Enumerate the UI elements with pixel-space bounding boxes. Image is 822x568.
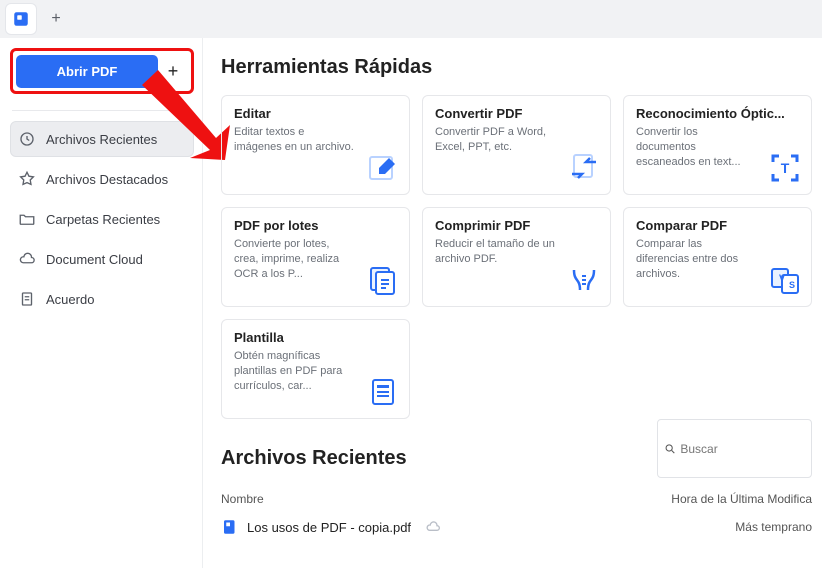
table-header: Nombre Hora de la Última Modifica (221, 492, 822, 506)
card-title: Convertir PDF (435, 106, 598, 121)
open-pdf-button[interactable]: Abrir PDF (16, 55, 158, 88)
sidebar-item-label: Archivos Recientes (46, 132, 157, 147)
card-desc: Convertir PDF a Word, Excel, PPT, etc. (435, 125, 555, 155)
file-name: Los usos de PDF - copia.pdf (247, 520, 411, 535)
card-compress[interactable]: Comprimir PDF Reducir el tamaño de un ar… (422, 207, 611, 307)
convert-icon (568, 152, 600, 184)
svg-text:S: S (789, 280, 795, 290)
sidebar-item-label: Document Cloud (46, 252, 143, 267)
card-compare[interactable]: Comparar PDF Comparar las diferencias en… (623, 207, 812, 307)
search-input[interactable] (680, 442, 805, 456)
sidebar-item-label: Acuerdo (46, 292, 94, 307)
search-icon (664, 442, 676, 456)
pdf-file-icon (221, 518, 239, 536)
card-title: Reconocimiento Óptic... (636, 106, 799, 121)
cloud-icon (18, 250, 36, 268)
open-plus-button[interactable]: + (158, 54, 188, 88)
open-pdf-highlight-annotation: Abrir PDF + (10, 48, 194, 94)
sidebar-item-agreement[interactable]: Acuerdo (10, 281, 194, 317)
ocr-icon: T (769, 152, 801, 184)
card-desc: Convertir los documentos escaneados en t… (636, 125, 756, 169)
recent-files-title: Archivos Recientes (221, 447, 407, 470)
new-tab-button[interactable]: + (42, 5, 70, 33)
sidebar-item-recent-folders[interactable]: Carpetas Recientes (10, 201, 194, 237)
quick-tools-grid: Editar Editar textos e imágenes en un ar… (221, 95, 822, 419)
cloud-status-icon (425, 519, 441, 535)
app-logo-tab[interactable] (6, 4, 36, 34)
folder-icon (18, 210, 36, 228)
card-desc: Comparar las diferencias entre dos archi… (636, 237, 756, 281)
star-icon (18, 170, 36, 188)
card-desc: Editar textos e imágenes en un archivo. (234, 125, 354, 155)
edit-icon (367, 152, 399, 184)
main-panel: Herramientas Rápidas Editar Editar texto… (203, 38, 822, 568)
card-convert[interactable]: Convertir PDF Convertir PDF a Word, Exce… (422, 95, 611, 195)
file-mtime: Más temprano (735, 520, 812, 534)
card-title: Editar (234, 106, 397, 121)
doc-icon (18, 290, 36, 308)
compress-icon (568, 264, 600, 296)
card-template[interactable]: Plantilla Obtén magníficas plantillas en… (221, 319, 410, 419)
sidebar-item-starred[interactable]: Archivos Destacados (10, 161, 194, 197)
sidebar-item-document-cloud[interactable]: Document Cloud (10, 241, 194, 277)
quick-tools-title: Herramientas Rápidas (221, 56, 822, 79)
sidebar-item-label: Carpetas Recientes (46, 212, 160, 227)
tab-strip: + (0, 0, 822, 38)
svg-text:V: V (779, 273, 785, 283)
card-title: Comprimir PDF (435, 218, 598, 233)
table-row[interactable]: Los usos de PDF - copia.pdf Más temprano (221, 518, 822, 536)
template-icon (367, 376, 399, 408)
batch-icon (367, 264, 399, 296)
col-mtime: Hora de la Última Modifica (671, 492, 812, 506)
card-ocr[interactable]: Reconocimiento Óptic... Convertir los do… (623, 95, 812, 195)
card-desc: Reducir el tamaño de un archivo PDF. (435, 237, 555, 267)
card-title: PDF por lotes (234, 218, 397, 233)
sidebar-item-recent-files[interactable]: Archivos Recientes (10, 121, 194, 157)
card-desc: Convierte por lotes, crea, imprime, real… (234, 237, 354, 281)
card-title: Plantilla (234, 330, 397, 345)
compare-icon: VS (769, 264, 801, 296)
search-box[interactable] (657, 419, 812, 478)
svg-text:T: T (781, 160, 790, 176)
card-edit[interactable]: Editar Editar textos e imágenes en un ar… (221, 95, 410, 195)
clock-icon (18, 130, 36, 148)
sidebar: Abrir PDF + Archivos Recientes (0, 38, 203, 568)
card-batch[interactable]: PDF por lotes Convierte por lotes, crea,… (221, 207, 410, 307)
sidebar-item-label: Archivos Destacados (46, 172, 168, 187)
col-name: Nombre (221, 492, 264, 506)
card-desc: Obtén magníficas plantillas en PDF para … (234, 349, 354, 393)
card-title: Comparar PDF (636, 218, 799, 233)
